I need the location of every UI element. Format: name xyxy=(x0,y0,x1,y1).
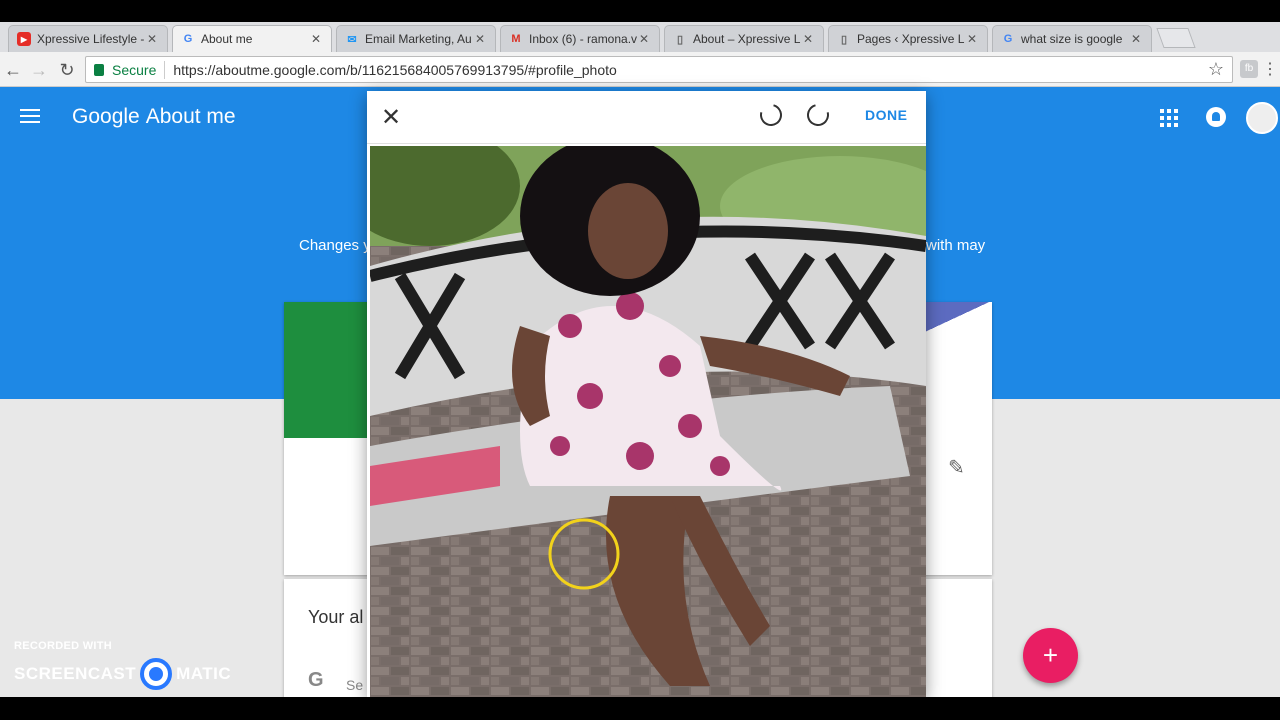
gmail-icon: M xyxy=(511,33,521,45)
card-title: Your al xyxy=(308,607,364,627)
apps-grid-icon[interactable] xyxy=(1160,109,1178,127)
search-item-label: Se xyxy=(346,677,364,693)
close-tab-icon[interactable]: ✕ xyxy=(309,32,323,46)
cover-photo xyxy=(284,302,374,438)
screencast-logo-icon xyxy=(140,658,173,690)
changes-text-right: with may xyxy=(926,237,986,254)
avatar[interactable] xyxy=(1246,102,1278,134)
page-icon: ▯ xyxy=(676,33,684,46)
app-brand: Google About me xyxy=(72,105,236,129)
watermark-line2: SCREENCAST MATIC xyxy=(14,658,231,690)
profile-photo[interactable] xyxy=(370,146,926,697)
rotate-right-icon[interactable] xyxy=(802,99,834,131)
add-fab-button[interactable]: + xyxy=(1023,628,1078,683)
lock-icon xyxy=(94,63,104,76)
youtube-icon: ▶ xyxy=(17,32,31,46)
profile-photo-image xyxy=(370,146,926,697)
google-g-icon: G xyxy=(308,669,324,691)
close-tab-icon[interactable]: ✕ xyxy=(801,32,815,46)
watermark-left: SCREENCAST xyxy=(14,664,137,683)
close-tab-icon[interactable]: ✕ xyxy=(637,32,651,46)
close-tab-icon[interactable]: ✕ xyxy=(473,32,487,46)
google-icon: G xyxy=(183,33,193,45)
tab-xpressive-youtube[interactable]: ▶ Xpressive Lifestyle - ✕ xyxy=(8,25,168,52)
bottom-black-bar xyxy=(0,697,1280,720)
divider xyxy=(164,60,166,79)
new-tab-button[interactable] xyxy=(1156,28,1196,48)
watermark-line1: RECORDED WITH xyxy=(14,640,113,652)
top-black-bar xyxy=(0,0,1280,22)
reload-icon[interactable]: ↻ xyxy=(56,59,78,81)
tab-about-me[interactable]: G About me ✕ xyxy=(172,25,332,52)
watermark-right: MATIC xyxy=(176,664,232,683)
close-tab-icon[interactable]: ✕ xyxy=(1129,32,1143,46)
notifications-icon[interactable] xyxy=(1206,107,1226,127)
secure-label: Secure xyxy=(112,61,157,78)
forward-arrow-icon[interactable]: → xyxy=(28,59,50,81)
close-tab-icon[interactable]: ✕ xyxy=(145,32,159,46)
changes-text-left: Changes y xyxy=(299,237,371,254)
tab-email-marketing[interactable]: ✉ Email Marketing, Au ✕ xyxy=(336,25,496,52)
done-button[interactable]: DONE xyxy=(865,107,907,123)
google-icon: G xyxy=(1003,33,1013,45)
page-icon: ▯ xyxy=(840,33,848,46)
tab-strip: ▶ Xpressive Lifestyle - ✕ G About me ✕ ✉… xyxy=(0,22,1280,52)
google-logo-text: Google xyxy=(72,105,140,128)
close-dialog-button[interactable]: ✕ xyxy=(381,103,401,132)
url-field[interactable]: Secure https://aboutme.google.com/b/1162… xyxy=(85,56,1233,83)
address-bar: ← → ↻ Secure https://aboutme.google.com/… xyxy=(0,52,1280,87)
url-text: https://aboutme.google.com/b/11621568400… xyxy=(173,61,617,78)
tab-inbox[interactable]: M Inbox (6) - ramona.v ✕ xyxy=(500,25,660,52)
hamburger-menu-icon[interactable] xyxy=(20,109,40,125)
chrome-menu-icon[interactable]: ⋮ xyxy=(1262,59,1278,79)
tab-about-xpressive[interactable]: ▯ About – Xpressive Li ✕ xyxy=(664,25,824,52)
tab-pages-xpressive[interactable]: ▯ Pages ‹ Xpressive Lif ✕ xyxy=(828,25,988,52)
screencast-watermark: RECORDED WITH SCREENCAST MATIC xyxy=(14,640,231,690)
profile-photo-dialog: ✕ DONE xyxy=(367,91,926,697)
back-arrow-icon[interactable]: ← xyxy=(2,59,24,81)
screenshot-frame: ▶ Xpressive Lifestyle - ✕ G About me ✕ ✉… xyxy=(0,0,1280,720)
mail-icon: ✉ xyxy=(347,33,357,46)
close-tab-icon[interactable]: ✕ xyxy=(965,32,979,46)
edit-pencil-icon[interactable]: ✎ xyxy=(948,455,965,480)
tab-google-search[interactable]: G what size is google ✕ xyxy=(992,25,1152,52)
about-me-title: About me xyxy=(145,105,236,128)
extension-icon[interactable]: fb xyxy=(1240,60,1258,78)
cover-accent xyxy=(922,302,992,332)
rotate-left-icon[interactable] xyxy=(755,99,787,131)
bookmark-star-icon[interactable]: ☆ xyxy=(1208,59,1224,80)
dialog-toolbar: ✕ DONE xyxy=(367,91,926,144)
